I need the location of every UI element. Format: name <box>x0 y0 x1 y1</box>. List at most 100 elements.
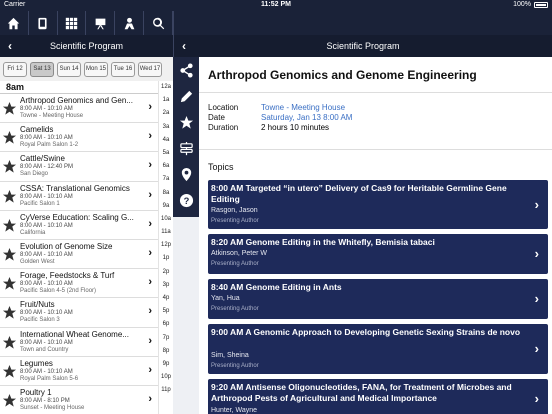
topic-role: Presenting Author <box>211 363 259 369</box>
session-row[interactable]: CSSA: Translational Genomics 8:00 AM - 10… <box>0 182 158 211</box>
hour-index-item[interactable]: 10p <box>159 371 173 384</box>
session-row[interactable]: Fruit/Nuts 8:00 AM - 10:10 AM Pacific Salo… <box>0 298 158 328</box>
session-row[interactable]: Arthropod Genomics and Gen... 8:00 AM - 1… <box>0 94 158 124</box>
session-title: International Wheat Genome... <box>20 329 129 339</box>
topic-card[interactable]: 8:40 AM Genome Editing in Ants Yan, Hua … <box>208 279 548 319</box>
date-tab[interactable]: Fri 12 <box>3 61 27 77</box>
chevron-right-icon: › <box>148 276 152 289</box>
date-tab[interactable]: Mon 15 <box>84 61 108 77</box>
person-icon[interactable] <box>115 11 145 35</box>
star-icon[interactable] <box>2 364 17 379</box>
help-icon[interactable]: ? <box>173 187 199 213</box>
session-row[interactable]: Forage, Feedstocks & Turf 8:00 AM - 10:10… <box>0 269 158 299</box>
star-icon[interactable] <box>2 101 17 116</box>
date-tab-selected[interactable]: Sat 13 <box>30 61 54 77</box>
grid-icon[interactable] <box>58 11 87 35</box>
star-icon[interactable] <box>2 159 17 174</box>
topic-speaker: Rasgon, Jason <box>211 207 258 214</box>
back-chevron-icon[interactable]: ‹ <box>8 40 12 52</box>
session-row[interactable]: CyVerse Education: Scaling G... 8:00 AM -… <box>0 211 158 240</box>
date-tab[interactable]: Tue 16 <box>111 61 135 77</box>
hour-index-item[interactable]: 9p <box>159 358 173 371</box>
date-tab[interactable]: Wed 17 <box>138 61 162 77</box>
chevron-right-icon: › <box>534 246 539 261</box>
map-pin-icon[interactable] <box>173 161 199 187</box>
session-location: Town and Country <box>20 346 69 353</box>
star-icon[interactable] <box>2 189 17 204</box>
sign-icon[interactable] <box>173 135 199 161</box>
hour-index-item[interactable]: 6p <box>159 318 173 331</box>
hour-index-item[interactable]: 2p <box>159 266 173 279</box>
hour-index-item[interactable]: 7a <box>159 173 173 186</box>
home-icon[interactable] <box>0 11 29 35</box>
hour-index-item[interactable]: 10a <box>159 213 173 226</box>
session-row[interactable]: Evolution of Genome Size 8:00 AM - 10:10 … <box>0 240 158 270</box>
hour-index-item[interactable]: 12p <box>159 239 173 252</box>
hour-index-item[interactable]: 8a <box>159 187 173 200</box>
location-link[interactable]: Towne - Meeting House <box>261 103 345 112</box>
chevron-right-icon: › <box>534 291 539 306</box>
date-link[interactable]: Saturday, Jan 13 8:00 AM <box>261 113 352 122</box>
session-title: Fruit/Nuts <box>20 300 55 310</box>
topic-speaker: Atkinson, Peter W <box>211 250 268 257</box>
hour-index-item[interactable]: 6a <box>159 160 173 173</box>
list-header-title: Scientific Program <box>49 41 124 51</box>
chevron-right-icon: › <box>534 197 539 212</box>
session-row[interactable]: Legumes 8:00 AM - 10:10 AM Royal Palm Salo… <box>0 357 158 386</box>
hour-index-item[interactable]: 1p <box>159 252 173 265</box>
star-icon[interactable] <box>2 247 17 262</box>
hour-index-item[interactable]: 12a <box>159 81 173 94</box>
hour-index-item[interactable]: 2a <box>159 107 173 120</box>
hour-index-item[interactable]: 11p <box>159 384 173 397</box>
star-icon[interactable] <box>2 218 17 233</box>
star-icon[interactable] <box>2 276 17 291</box>
session-location: Golden West <box>20 258 55 265</box>
share-icon[interactable] <box>173 57 199 83</box>
topic-card[interactable]: 9:20 AM Antisense Oligonucleotides, FANA… <box>208 379 548 414</box>
session-location: Pacific Salon 1 <box>20 200 60 207</box>
pencil-icon[interactable] <box>173 83 199 109</box>
hour-index-item[interactable]: 8p <box>159 345 173 358</box>
hour-index-item[interactable]: 5a <box>159 147 173 160</box>
session-row[interactable]: International Wheat Genome... 8:00 AM - 1… <box>0 328 158 357</box>
battery-icon <box>534 1 548 8</box>
detail-header-title: Scientific Program <box>326 41 400 51</box>
main-nav <box>0 11 173 35</box>
session-row[interactable]: Poultry 1 8:00 AM - 8:10 PM Sunset - Meeti… <box>0 386 158 414</box>
easel-icon[interactable] <box>86 11 116 35</box>
topic-card[interactable]: 8:20 AM Genome Editing in the Whitefly, … <box>208 234 548 274</box>
star-icon[interactable] <box>2 393 17 408</box>
star-icon[interactable] <box>173 109 199 135</box>
star-icon[interactable] <box>2 305 17 320</box>
search-icon[interactable] <box>144 11 173 35</box>
phone-icon[interactable] <box>29 11 58 35</box>
hour-index-item[interactable]: 5p <box>159 305 173 318</box>
hour-index-item[interactable]: 1a <box>159 94 173 107</box>
hour-index-item[interactable]: 7p <box>159 332 173 345</box>
hour-index-item[interactable]: 9a <box>159 200 173 213</box>
hour-index-item[interactable]: 4a <box>159 134 173 147</box>
session-title: CSSA: Translational Genomics <box>20 183 130 193</box>
session-detail: Arthropod Genomics and Genome Engineerin… <box>199 57 552 414</box>
chevron-right-icon: › <box>148 130 152 143</box>
hour-index-item[interactable]: 4p <box>159 292 173 305</box>
topic-card[interactable]: 9:00 AM A Genomic Approach to Developing… <box>208 324 548 374</box>
star-icon[interactable] <box>2 335 17 350</box>
clock: 11:52 PM <box>261 1 291 8</box>
session-row[interactable]: Camelids 8:00 AM - 10:10 AM Royal Palm Sal… <box>0 123 158 153</box>
date-label: Date <box>208 113 225 122</box>
hour-index-item[interactable]: 3a <box>159 121 173 134</box>
topic-card[interactable]: 8:00 AM Targeted “in utero” Delivery of … <box>208 180 548 229</box>
chevron-right-icon: › <box>148 305 152 318</box>
chevron-right-icon: › <box>148 159 152 172</box>
duration-value: 2 hours 10 minutes <box>261 123 330 132</box>
hour-index-item[interactable]: 11a <box>159 226 173 239</box>
session-title: CyVerse Education: Scaling G... <box>20 212 134 222</box>
back-chevron-icon[interactable]: ‹ <box>182 40 186 52</box>
session-row[interactable]: Cattle/Swine 8:00 AM - 12:40 PM San Diego › <box>0 152 158 182</box>
star-icon[interactable] <box>2 130 17 145</box>
date-tab[interactable]: Sun 14 <box>57 61 81 77</box>
list-header: ‹ Scientific Program <box>0 35 173 57</box>
session-location: Royal Palm Salon 5-6 <box>20 375 79 382</box>
hour-index-item[interactable]: 3p <box>159 279 173 292</box>
